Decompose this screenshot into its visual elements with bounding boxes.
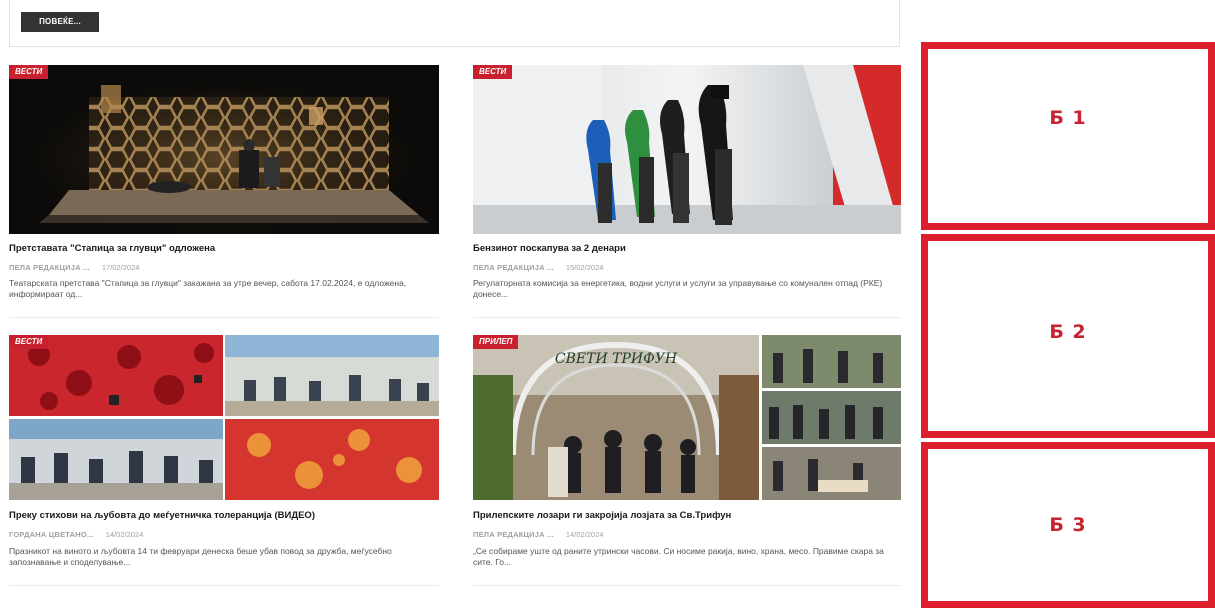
theatre-stage-image bbox=[9, 65, 439, 234]
ad-banner-label: Б 1 bbox=[1049, 107, 1087, 129]
more-button[interactable]: ПОВЕЌЕ... bbox=[21, 12, 99, 32]
vineyard-collage-image: СВЕТИ ТРИФУН bbox=[473, 335, 901, 500]
article-image[interactable]: СВЕТИ ТРИФУН bbox=[473, 335, 901, 500]
ad-banner-label: Б 2 bbox=[1049, 321, 1087, 343]
ad-banner-b3[interactable]: Б 3 bbox=[921, 442, 1215, 608]
collage-image bbox=[9, 335, 439, 500]
ad-banner-b2[interactable]: Б 2 bbox=[921, 234, 1215, 438]
divider bbox=[473, 585, 901, 586]
article-card[interactable]: ВЕСТИ Претставата "Стапица за глувци" од… bbox=[9, 65, 439, 320]
article-excerpt: „Се собираме уште од раните утрински час… bbox=[473, 546, 884, 567]
article-author[interactable]: ПЕЛА РЕДАКЦИЈА ... bbox=[9, 263, 90, 272]
article-excerpt: Регулаторната комисија за енергетика, во… bbox=[473, 278, 883, 299]
article-title[interactable]: Бензинот поскапува за 2 денари bbox=[473, 243, 626, 254]
article-card[interactable]: ВЕСТИ Преку стихови на љубовта до меѓует… bbox=[9, 335, 439, 585]
article-author[interactable]: ПЕЛА РЕДАКЦИЈА ... bbox=[473, 530, 554, 539]
article-date: 17/02/2024 bbox=[101, 263, 140, 272]
article-card[interactable]: ВЕСТИ Бензинот поскапува за 2 денари ПЕЛ… bbox=[473, 65, 901, 320]
article-meta: ПЕЛА РЕДАКЦИЈА ... 15/02/2024 bbox=[473, 263, 603, 272]
article-title[interactable]: Преку стихови на љубовта до меѓуетничка … bbox=[9, 510, 315, 521]
article-meta: ГОРДАНА ЦВЕТАНО... 14/02/2024 bbox=[9, 530, 143, 539]
article-date: 15/02/2024 bbox=[565, 263, 604, 272]
fuel-pump-image bbox=[473, 65, 901, 234]
article-excerpt: Празникот на виното и љубовта 14 ти февр… bbox=[9, 546, 392, 567]
article-image[interactable] bbox=[9, 335, 439, 500]
article-image[interactable] bbox=[9, 65, 439, 234]
article-date: 14/02/2024 bbox=[565, 530, 604, 539]
image-sign-text: СВЕТИ ТРИФУН bbox=[555, 351, 678, 367]
divider bbox=[9, 317, 439, 318]
article-title[interactable]: Прилепските лозари ги закројија лозјата … bbox=[473, 510, 731, 521]
article-author[interactable]: ПЕЛА РЕДАКЦИЈА ... bbox=[473, 263, 554, 272]
article-excerpt: Театарската претстава "Стапица за глувци… bbox=[9, 278, 407, 299]
article-title[interactable]: Претставата "Стапица за глувци" одложена bbox=[9, 243, 215, 254]
divider bbox=[9, 585, 439, 586]
category-badge[interactable]: ВЕСТИ bbox=[473, 65, 513, 79]
article-author[interactable]: ГОРДАНА ЦВЕТАНО... bbox=[9, 530, 94, 539]
category-badge[interactable]: ВЕСТИ bbox=[9, 65, 49, 79]
article-image[interactable] bbox=[473, 65, 901, 234]
article-date: 14/02/2024 bbox=[105, 530, 144, 539]
article-meta: ПЕЛА РЕДАКЦИЈА ... 17/02/2024 bbox=[9, 263, 139, 272]
category-badge[interactable]: ПРИЛЕП bbox=[473, 335, 519, 349]
category-badge[interactable]: ВЕСТИ bbox=[9, 335, 49, 349]
ad-banner-label: Б 3 bbox=[1049, 514, 1087, 536]
article-meta: ПЕЛА РЕДАКЦИЈА ... 14/02/2024 bbox=[473, 530, 603, 539]
divider bbox=[473, 317, 901, 318]
top-content-box bbox=[9, 0, 900, 47]
article-card[interactable]: СВЕТИ ТРИФУН ПРИЛЕП Прилепските лозари г… bbox=[473, 335, 901, 585]
ad-banner-b1[interactable]: Б 1 bbox=[921, 42, 1215, 230]
